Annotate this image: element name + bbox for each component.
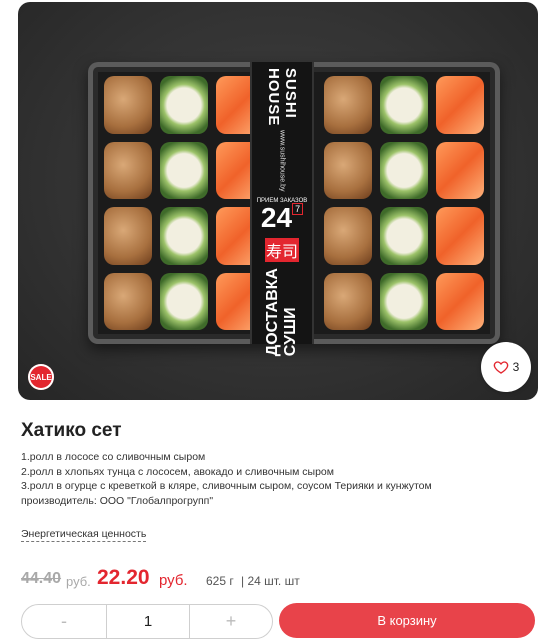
band-word: ДОСТАВКА СУШИ [264,267,299,357]
band-24-7: 24 7 [260,201,304,233]
packaging-label: SUSHI HOUSE www.sushihouse.by ПРИЕМ ЗАКА… [250,62,314,356]
band-sup: 7 [292,202,304,215]
decrease-quantity-button[interactable]: - [22,605,106,638]
increase-quantity-button[interactable]: + [190,605,272,638]
add-to-cart-button[interactable]: В корзину [279,603,535,638]
old-price: 44.40 [21,570,62,587]
quantity-stepper: - 1 + [21,604,273,639]
description-line: 2.ролл в хлопьях тунца с лососем, авокад… [21,465,334,478]
current-price: 22.20 [97,566,150,589]
band-num: 24 [260,201,293,233]
product-description: 1.ролл в лососе со сливочным сыром 2.рол… [21,450,521,508]
band-kanji: 寿司 [265,237,299,262]
description-line: производитель: ООО "Глобалпрогрупп" [21,494,214,507]
product-weight: 625 г [206,574,234,588]
energy-value-link[interactable]: Энергетическая ценность [21,528,147,542]
description-line: 3.ролл в огурце с креветкой в кляре, сли… [21,480,432,492]
current-price-currency: руб. [159,572,188,589]
favorite-button[interactable]: 3 [481,342,531,392]
description-line: 1.ролл в лососе со сливочным сыром [21,451,206,463]
favorites-count: 3 [512,360,520,374]
product-pieces: | 24 шт. шт [241,574,300,588]
band-brand: SUSHI HOUSE [265,68,299,127]
product-image: SUSHI HOUSE www.sushihouse.by ПРИЕМ ЗАКА… [18,2,538,400]
old-price-currency: руб. [66,574,91,589]
band-url: www.sushihouse.by [278,130,286,192]
sale-badge: SALE [28,364,54,390]
quantity-value[interactable]: 1 [106,605,190,638]
heart-outline-icon [493,361,508,374]
product-title: Хатико сет [21,420,122,441]
